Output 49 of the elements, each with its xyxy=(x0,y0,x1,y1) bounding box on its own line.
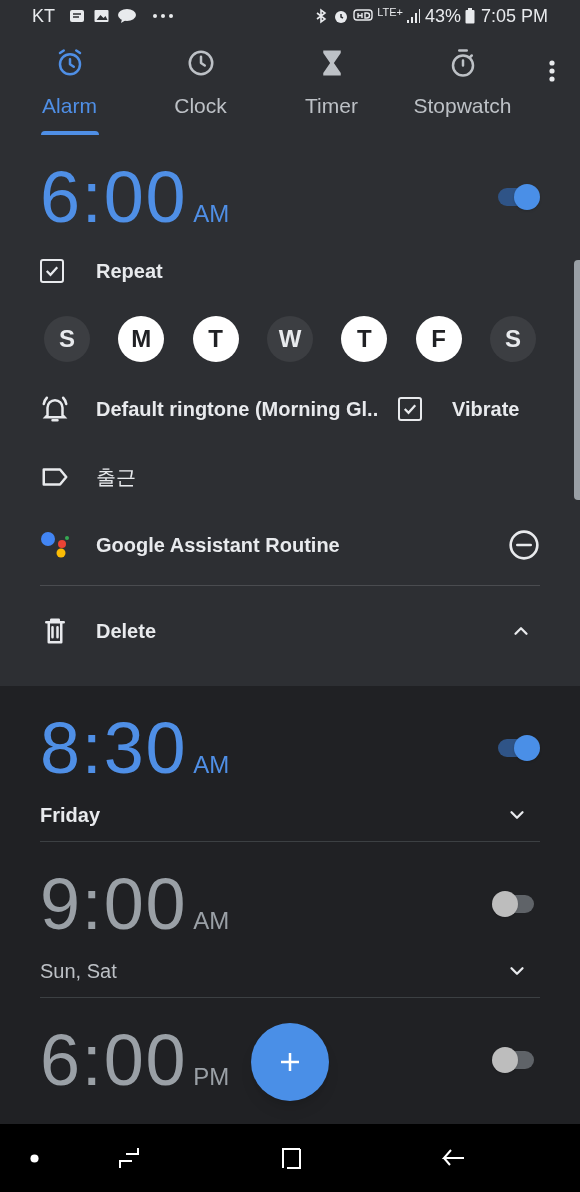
repeat-label: Repeat xyxy=(96,259,163,284)
alarm-period: AM xyxy=(193,906,230,936)
home-icon[interactable] xyxy=(279,1146,303,1170)
alarm-status-icon xyxy=(333,8,350,24)
message-icon xyxy=(69,8,85,24)
recent-apps-icon[interactable] xyxy=(117,1146,141,1170)
chat-bubble-icon xyxy=(117,8,137,24)
tab[interactable]: Stopwatch xyxy=(397,32,528,135)
ringtone-name[interactable]: Default ringtone (Morning Gl.. xyxy=(96,394,398,424)
battery-icon xyxy=(464,8,475,24)
more-options-icon[interactable] xyxy=(549,60,555,82)
alarm-time[interactable]: 6:00 xyxy=(40,161,188,233)
repeat-checkbox[interactable] xyxy=(40,259,64,283)
delete-button[interactable]: Delete xyxy=(96,616,510,646)
carrier-name: KT xyxy=(32,4,55,28)
weekday-toggle[interactable]: M xyxy=(118,316,165,362)
signal-icon xyxy=(404,8,421,24)
tab[interactable]: Timer xyxy=(266,32,397,135)
alarm-time[interactable]: 8:30 xyxy=(40,712,188,784)
weekday-toggle[interactable]: F xyxy=(415,316,462,362)
repeat-days: Friday xyxy=(40,799,101,830)
alarm-label[interactable]: 출근 xyxy=(96,462,136,492)
alarm-time[interactable]: 6:00 xyxy=(40,1024,188,1096)
remove-icon[interactable] xyxy=(508,529,540,561)
vibrate-checkbox[interactable] xyxy=(398,397,422,421)
clock-time: 7:05 PM xyxy=(480,4,548,28)
weekday-toggle[interactable]: W xyxy=(267,316,313,362)
battery-percent: 43% xyxy=(424,4,461,28)
network-type: LTE+ xyxy=(377,4,403,20)
alarm-time[interactable]: 9:00 xyxy=(40,868,188,940)
alarm-period: PM xyxy=(193,1062,230,1092)
weekday-toggle[interactable]: S xyxy=(489,316,536,362)
alarm-period: AM xyxy=(193,750,230,780)
weekday-toggle[interactable]: T xyxy=(341,316,388,362)
bell-icon xyxy=(40,394,70,424)
assistant-dots-icon xyxy=(40,530,70,560)
alarm-period: AM xyxy=(193,199,230,229)
plus-icon xyxy=(278,1050,302,1074)
weekday-toggle[interactable]: S xyxy=(44,316,90,362)
image-icon xyxy=(93,8,110,24)
weekday-toggle[interactable]: T xyxy=(192,316,239,362)
repeat-days: Sun, Sat xyxy=(40,955,117,986)
hd-voice-icon xyxy=(353,9,374,23)
routine-label[interactable]: Google Assistant Routine xyxy=(96,530,508,560)
tab[interactable]: Clock xyxy=(135,32,266,135)
vibrate-label: Vibrate xyxy=(452,397,520,422)
dot-icon[interactable] xyxy=(30,1153,39,1163)
tab[interactable]: Alarm xyxy=(4,32,135,135)
more-notifications-icon xyxy=(153,14,173,18)
